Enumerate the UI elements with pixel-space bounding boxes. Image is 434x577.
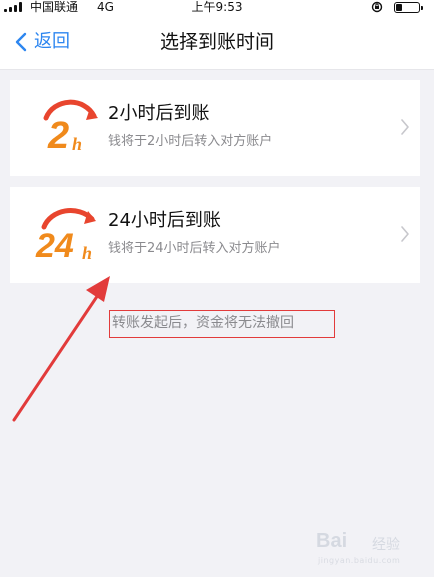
- option-24-hours[interactable]: 24 h 24小时后到账 钱将于24小时后转入对方账户: [10, 187, 420, 283]
- page-title: 选择到账时间: [159, 31, 274, 53]
- chevron-right-icon: [401, 226, 409, 242]
- rotation-lock-icon: [371, 1, 383, 13]
- clock-24h-icon: 24 h: [35, 208, 96, 265]
- option-title: 2小时后到账: [108, 103, 210, 124]
- option-2-hours[interactable]: 2 h 2小时后到账 钱将于2小时后转入对方账户: [10, 80, 420, 176]
- status-time: 上午9:53: [191, 0, 243, 14]
- logo-number: 24: [35, 227, 74, 265]
- baidu-watermark: Bai 经验 jingyan.baidu.com: [316, 520, 416, 565]
- option-description: 钱将于24小时后转入对方账户: [108, 241, 281, 256]
- logo-suffix: h: [82, 243, 92, 263]
- option-title: 24小时后到账: [108, 210, 221, 231]
- transfer-warning-note: 转账发起后，资金将无法撤回: [109, 310, 335, 338]
- chevron-right-icon: [401, 119, 409, 135]
- watermark-cn: 经验: [372, 537, 400, 553]
- status-bar: 中国联通 4G 上午9:53: [0, 0, 434, 14]
- logo-number: 2: [47, 115, 69, 157]
- option-description: 钱将于2小时后转入对方账户: [108, 134, 273, 149]
- battery-icon: [394, 2, 423, 13]
- clock-2h-icon: 2 h: [43, 99, 98, 157]
- nav-bar: 返回 选择到账时间: [0, 14, 434, 70]
- watermark-latin: Bai: [316, 530, 348, 552]
- logo-suffix: h: [72, 134, 82, 154]
- watermark-url: jingyan.baidu.com: [318, 556, 401, 565]
